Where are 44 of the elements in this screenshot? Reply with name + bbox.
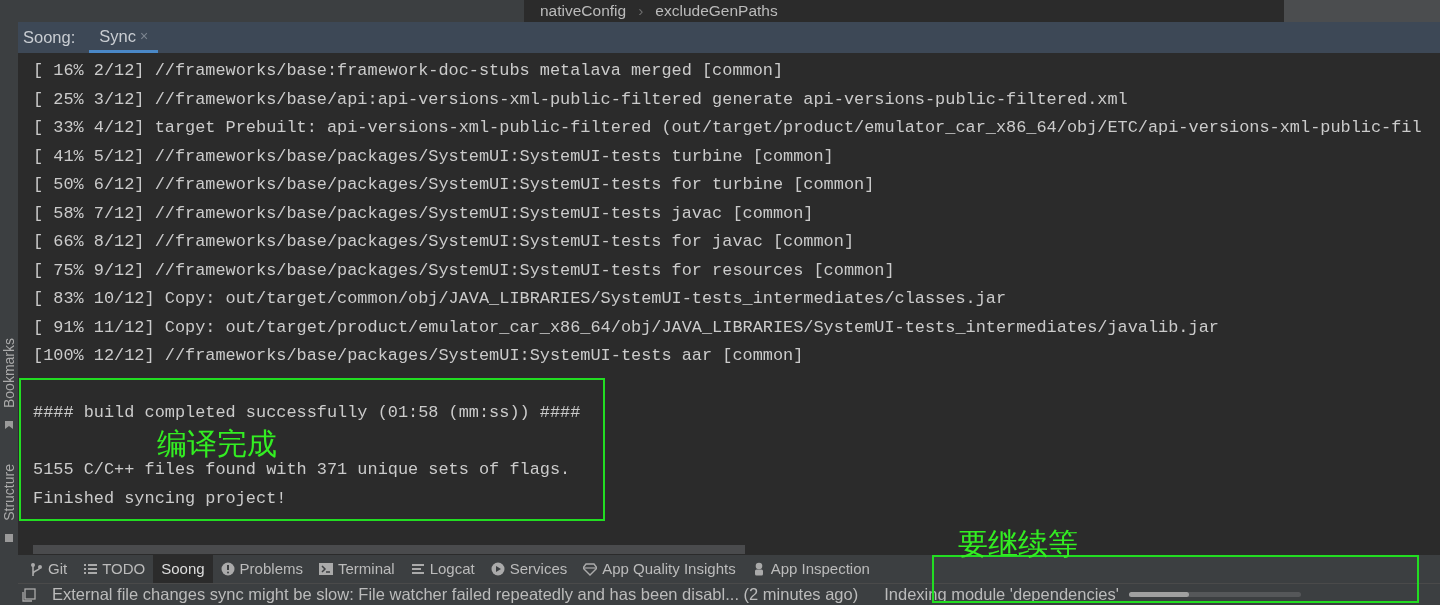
breadcrumb-separator: › [638,1,644,22]
list-icon [83,562,98,576]
status-message: External file changes sync might be slow: File watcher failed repeatedly and has been disabl... (2 minutes ago) [52,584,859,605]
console-line: [ 83% 10/12] Copy: out/target/common/obj/JAVA_LIBRARIES/SystemUI-tests_intermediates/classes.jar [33,288,1007,310]
scrollbar-thumb[interactable] [33,545,745,554]
play-icon [490,562,505,576]
side-tab-label[interactable]: Structure [1,464,17,521]
branch-icon [29,562,43,576]
structure-icon [4,532,14,543]
console-line: [ 16% 2/12] //frameworks/base:framework-doc-stubs metalava merged [common] [33,60,784,82]
console-line: [100% 12/12] //frameworks/base/packages/SystemUI:SystemUI-tests aar [common] [33,345,804,367]
tool-window-button[interactable]: App Quality Insights [575,555,744,583]
tool-window-button[interactable]: Git [21,555,76,583]
lines-icon [410,562,425,576]
console-line: [ 41% 5/12] //frameworks/base/packages/SystemUI:SystemUI-tests turbine [common] [33,145,834,168]
side-tab-label[interactable]: Bookmarks [1,338,17,409]
console-line: #### build completed successfully (01:58 (mm:ss)) #### [33,402,581,424]
tool-window-button[interactable]: Terminal [310,555,403,583]
diamond-icon [583,562,598,576]
console-line: [ 66% 8/12] //frameworks/base/packages/SystemUI:SystemUI-tests for javac [common] [33,231,855,253]
console-line: [ 50% 6/12] //frameworks/base/packages/SystemUI:SystemUI-tests for turbine [common] [33,174,875,196]
alert-icon [220,562,235,576]
console-line: [ 75% 9/12] //frameworks/base/packages/SystemUI:SystemUI-tests for resources [common] [33,259,895,282]
console-line: 5155 C/C++ files found with 371 unique sets of flags. [33,459,571,481]
window-icon [22,587,36,602]
bookmark-icon [4,420,14,431]
console-line: [ 58% 7/12] //frameworks/base/packages/SystemUI:SystemUI-tests javac [common] [33,202,814,225]
console-line: Finished syncing project! [33,487,287,510]
tool-window-button[interactable]: Soong [153,555,213,583]
console-line: [ 91% 11/12] Copy: out/target/product/emulator_car_x86_64/obj/JAVA_LIBRARIES/SystemUI-tests_intermediates/javalib.jar [33,316,1219,339]
tool-window-button[interactable]: TODO [75,555,154,583]
panel-title: Soong: [23,27,76,49]
console-line: [ 33% 4/12] target Prebuilt: api-versions-xml-public-filtered (out/target/product/emulator_car_x86_64/obj/ETC/api-versions-xml-public-fil [33,117,1422,139]
breadcrumb-item[interactable]: excludeGenPaths [655,0,778,23]
console-line: [ 25% 3/12] //frameworks/base/api:api-versions-xml-public-filtered generate api-versions-public-filtered.xml [33,88,1128,111]
tool-window-button[interactable]: App Inspection [743,555,878,583]
tool-window-button[interactable]: Services [482,555,576,583]
terminal-icon [318,562,333,576]
annotation-text: 要继续等 [958,528,1078,560]
breadcrumb-item[interactable]: nativeConfig [540,0,627,23]
tool-window-button[interactable]: Logcat [402,555,483,583]
annotation-text: 编译完成 [157,428,277,460]
console-tab[interactable]: Sync × [89,22,159,53]
tool-window-button[interactable]: Problems [212,555,311,583]
